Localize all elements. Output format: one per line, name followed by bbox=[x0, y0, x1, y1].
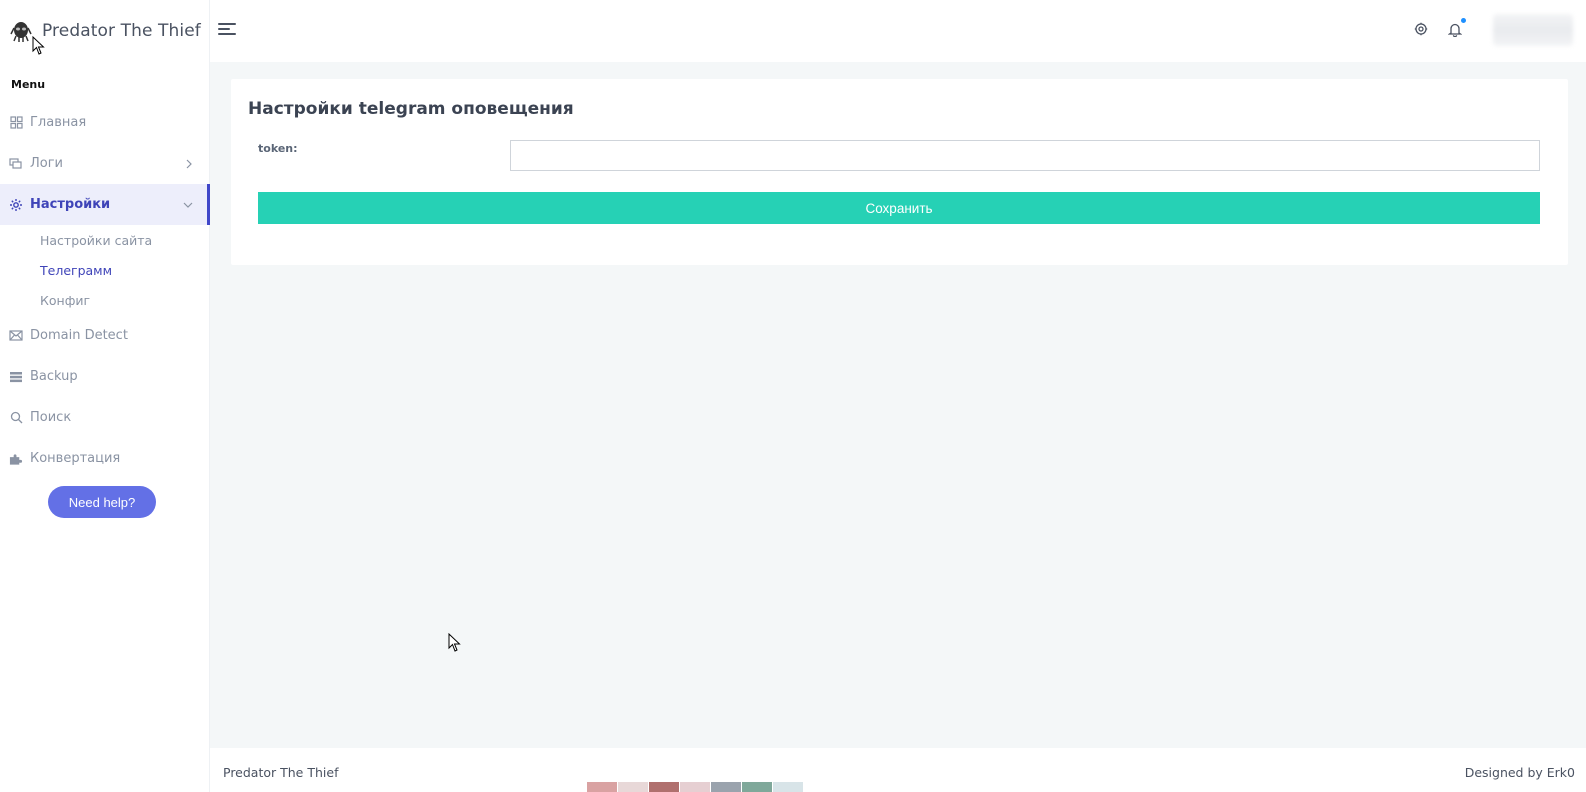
sidebar-subitem-config[interactable]: Конфиг bbox=[0, 285, 209, 315]
sidebar-item-backup[interactable]: Backup bbox=[0, 356, 209, 397]
user-menu[interactable] bbox=[1493, 14, 1573, 46]
sidebar-item-label: Логи bbox=[30, 156, 64, 171]
sidebar-item-label: Настройки bbox=[30, 197, 111, 212]
need-help-button[interactable]: Need help? bbox=[48, 486, 156, 518]
logs-icon bbox=[9, 157, 23, 171]
sidebar-item-label: Domain Detect bbox=[30, 328, 128, 343]
sidebar-item-label: Backup bbox=[30, 369, 78, 384]
topbar bbox=[210, 0, 1586, 62]
puzzle-icon bbox=[9, 452, 23, 466]
menu-title: Menu bbox=[11, 78, 46, 91]
footer: Predator The Thief Designed by Erk0 bbox=[210, 748, 1586, 792]
gear-icon[interactable] bbox=[1412, 20, 1430, 38]
footer-brand: Predator The Thief bbox=[223, 765, 339, 780]
gear-icon bbox=[9, 198, 23, 212]
sidebar-subitem-site-settings[interactable]: Настройки сайта bbox=[0, 225, 209, 255]
sidebar-item-conversion[interactable]: Конвертация bbox=[0, 438, 209, 479]
sidebar-item-label: Конвертация bbox=[30, 451, 121, 466]
page-title: Настройки telegram оповещения bbox=[248, 99, 574, 119]
mouse-cursor-icon bbox=[448, 633, 461, 652]
sidebar-item-settings[interactable]: Настройки bbox=[0, 184, 210, 225]
thumbnail-strip bbox=[587, 782, 803, 792]
bell-icon[interactable] bbox=[1446, 18, 1466, 38]
sidebar-item-domain-detect[interactable]: Domain Detect bbox=[0, 315, 209, 356]
sidebar-subitem-telegram[interactable]: Телеграмм bbox=[0, 255, 209, 285]
sidebar: Predator The Thief Menu Главная Логи Нас… bbox=[0, 0, 210, 792]
token-input[interactable] bbox=[510, 140, 1540, 171]
save-button[interactable]: Сохранить bbox=[258, 192, 1540, 224]
sidebar-item-label: Поиск bbox=[30, 410, 72, 425]
chevron-right-icon bbox=[186, 159, 192, 168]
search-icon bbox=[9, 411, 23, 425]
sidebar-item-label: Главная bbox=[30, 115, 87, 130]
token-label: token: bbox=[258, 142, 298, 155]
sidebar-item-home[interactable]: Главная bbox=[0, 102, 209, 143]
notification-dot bbox=[1461, 18, 1466, 23]
footer-credit: Designed by Erk0 bbox=[1464, 765, 1575, 780]
telegram-settings-card: Настройки telegram оповещения token: Сох… bbox=[231, 79, 1568, 265]
sidebar-item-search[interactable]: Поиск bbox=[0, 397, 209, 438]
mouse-cursor-icon bbox=[32, 36, 45, 55]
brand-name: Predator The Thief bbox=[42, 21, 201, 41]
hamburger-icon[interactable] bbox=[218, 23, 238, 39]
chevron-down-icon bbox=[183, 202, 193, 208]
mail-icon bbox=[9, 329, 23, 343]
predator-logo-icon bbox=[10, 22, 32, 42]
database-icon bbox=[9, 370, 23, 384]
grid-icon bbox=[9, 116, 23, 130]
sidebar-item-logs[interactable]: Логи bbox=[0, 143, 209, 184]
